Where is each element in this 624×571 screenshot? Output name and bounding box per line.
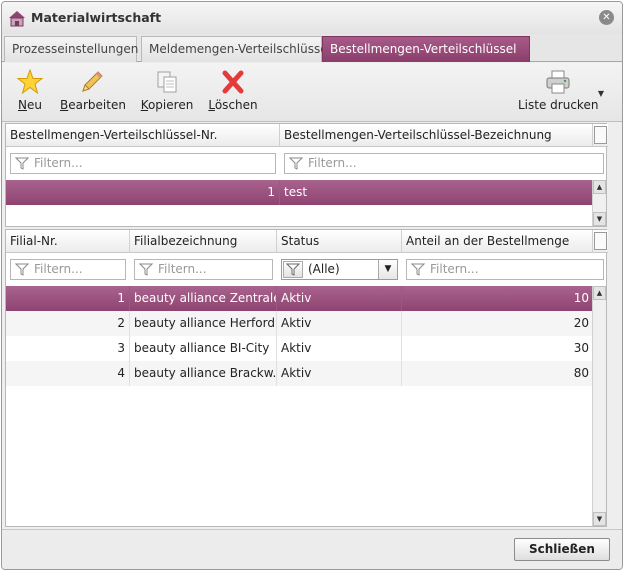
branch-nr-cell: 1 — [6, 286, 130, 311]
tab-label: Prozesseinstellungen — [12, 42, 139, 56]
chevron-down-icon[interactable]: ▼ — [378, 260, 397, 279]
branch-name-filter-input[interactable]: Filtern... — [134, 259, 273, 280]
table-row[interactable]: 1 beauty alliance Zentrale Aktiv 10 — [6, 286, 593, 311]
edit-button[interactable]: Bearbeiten — [60, 67, 126, 119]
toolbar: Neu Bearbeiten Kopieren Löschen Liste dr… — [2, 63, 622, 122]
close-button[interactable]: Schließen — [514, 538, 610, 561]
new-button[interactable]: Neu — [12, 67, 48, 119]
branches-grid: Filial-Nr. Filialbezeichnung Status Ante… — [5, 229, 608, 527]
tab-label: Bestellmengen-Verteilschlüssel — [330, 42, 517, 56]
branch-nr-cell: 2 — [6, 311, 130, 336]
branch-status-cell: Aktiv — [277, 311, 402, 336]
scroll-up-icon[interactable]: ▲ — [593, 180, 606, 194]
branch-nr-cell: 3 — [6, 336, 130, 361]
branch-name-cell: beauty alliance Herford — [130, 311, 277, 336]
funnel-icon[interactable] — [283, 261, 303, 278]
key-name-cell: test — [284, 185, 308, 199]
funnel-icon — [15, 263, 29, 276]
column-header-status[interactable]: Status — [277, 230, 402, 253]
keys-vertical-scrollbar[interactable]: ▲ ▼ — [592, 180, 606, 226]
keys-filter-row: Filtern... Filtern... — [6, 148, 604, 178]
scroll-down-icon[interactable]: ▼ — [593, 212, 606, 226]
scroll-up-icon[interactable]: ▲ — [593, 286, 606, 300]
copy-icon — [157, 71, 177, 93]
tab-prozesseinstellungen[interactable]: Prozesseinstellungen — [4, 36, 139, 62]
print-options-dropdown-icon[interactable]: ▼ — [598, 89, 604, 98]
column-header-key-name[interactable]: Bestellmengen-Verteilschlüssel-Bezeichnu… — [280, 124, 593, 147]
delete-label: Löschen — [208, 98, 258, 112]
funnel-icon — [411, 263, 425, 276]
key-name-filter-input[interactable]: Filtern... — [284, 153, 604, 174]
branch-status-cell: Aktiv — [277, 336, 402, 361]
column-header-key-nr[interactable]: Bestellmengen-Verteilschlüssel-Nr. — [6, 124, 280, 147]
table-row[interactable]: 3 beauty alliance BI-City Aktiv 30 — [6, 336, 593, 361]
branch-share-cell[interactable]: 10 — [402, 286, 593, 311]
branch-share-cell[interactable]: 30 — [402, 336, 593, 361]
branches-vertical-scrollbar[interactable]: ▲ ▼ — [592, 286, 606, 526]
branch-status-cell: Aktiv — [277, 286, 402, 311]
new-label: Neu — [18, 98, 42, 112]
table-row[interactable]: 4 beauty alliance Brackw... Aktiv 80 — [6, 361, 593, 386]
column-chooser-icon[interactable] — [594, 126, 607, 144]
materialwirtschaft-window: Materialwirtschaft ✕ Prozesseinstellunge… — [1, 1, 623, 570]
delete-x-icon — [222, 70, 244, 94]
table-row[interactable]: 1 test — [6, 180, 593, 205]
pencil-icon — [82, 71, 103, 92]
table-row[interactable]: 2 beauty alliance Herford Aktiv 20 — [6, 311, 593, 336]
funnel-icon — [15, 157, 29, 170]
branch-name-cell: beauty alliance Zentrale — [130, 286, 277, 311]
branch-share-cell[interactable]: 80 — [402, 361, 593, 386]
star-icon — [17, 69, 43, 95]
tab-meldemengen-verteilschluessel[interactable]: Meldemengen-Verteilschlüssel — [141, 36, 331, 62]
dialog-footer: Schließen — [2, 529, 622, 569]
tab-label: Meldemengen-Verteilschlüssel — [149, 42, 331, 56]
funnel-icon — [289, 157, 303, 170]
column-header-branch-name[interactable]: Filialbezeichnung — [130, 230, 277, 253]
tab-strip: Prozesseinstellungen Meldemengen-Verteil… — [2, 34, 622, 62]
key-nr-cell: 1 — [6, 180, 280, 205]
column-header-share[interactable]: Anteil an der Bestellmenge — [402, 230, 593, 253]
distribution-keys-grid: Bestellmengen-Verteilschlüssel-Nr. Beste… — [5, 123, 608, 227]
share-filter-input[interactable]: Filtern... — [406, 259, 604, 280]
printer-icon — [546, 70, 570, 94]
copy-button[interactable]: Kopieren — [139, 67, 195, 119]
print-list-label: Liste drucken — [518, 98, 599, 112]
keys-grid-header: Bestellmengen-Verteilschlüssel-Nr. Beste… — [6, 124, 608, 147]
delete-button[interactable]: Löschen — [207, 67, 259, 119]
branch-nr-filter-input[interactable]: Filtern... — [10, 259, 126, 280]
tab-bestellmengen-verteilschluessel[interactable]: Bestellmengen-Verteilschlüssel — [322, 36, 530, 62]
column-chooser-icon[interactable] — [594, 232, 607, 250]
title-bar: Materialwirtschaft ✕ — [2, 2, 622, 34]
house-app-icon — [9, 11, 25, 27]
branch-nr-cell: 4 — [6, 361, 130, 386]
branch-share-cell[interactable]: 20 — [402, 311, 593, 336]
branch-status-cell: Aktiv — [277, 361, 402, 386]
scroll-down-icon[interactable]: ▼ — [593, 512, 606, 526]
branches-filter-row: Filtern... Filtern... (Alle) ▼ Filtern..… — [6, 254, 604, 284]
window-title: Materialwirtschaft — [31, 10, 162, 25]
funnel-icon — [139, 263, 153, 276]
branch-name-cell: beauty alliance BI-City — [130, 336, 277, 361]
branches-grid-header: Filial-Nr. Filialbezeichnung Status Ante… — [6, 230, 608, 253]
branch-name-cell: beauty alliance Brackw... — [130, 361, 277, 386]
copy-label: Kopieren — [140, 98, 194, 112]
status-filter-value: (Alle) — [308, 262, 340, 276]
print-list-button[interactable]: Liste drucken — [518, 67, 598, 119]
edit-label: Bearbeiten — [60, 98, 126, 112]
column-header-branch-nr[interactable]: Filial-Nr. — [6, 230, 130, 253]
key-nr-filter-input[interactable]: Filtern... — [10, 153, 276, 174]
status-filter-select[interactable]: (Alle) ▼ — [281, 259, 398, 280]
window-close-icon[interactable]: ✕ — [599, 10, 614, 25]
